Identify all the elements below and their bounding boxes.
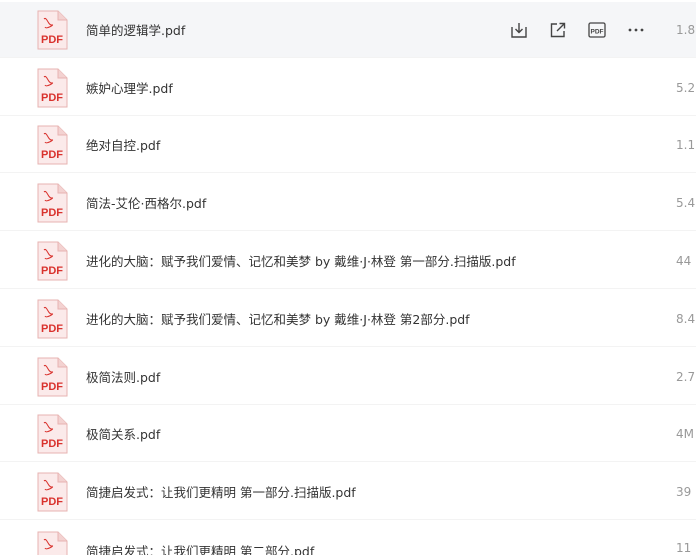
pdf-file-icon: PDF xyxy=(37,357,68,396)
svg-text:PDF: PDF xyxy=(591,28,604,35)
pdf-file-icon: PDF xyxy=(37,68,68,107)
file-row[interactable]: PDF 极简关系.pdf 4M xyxy=(0,406,696,462)
file-name[interactable]: 简捷启发式：让我们更精明 第二部分.pdf xyxy=(86,541,314,555)
pdf-file-icon: PDF xyxy=(37,531,68,555)
svg-text:PDF: PDF xyxy=(41,92,63,104)
file-row[interactable]: PDF 简捷启发式：让我们更精明 第二部分.pdf 11 xyxy=(0,521,696,555)
pdf-file-icon: PDF xyxy=(37,10,68,49)
download-icon[interactable] xyxy=(508,19,530,41)
svg-text:PDF: PDF xyxy=(41,323,63,335)
svg-text:PDF: PDF xyxy=(41,149,63,161)
pdf-convert-icon[interactable]: PDF xyxy=(586,19,608,41)
file-row[interactable]: PDF 简捷启发式：让我们更精明 第一部分.扫描版.pdf 39 xyxy=(0,464,696,520)
pdf-icon-label: PDF xyxy=(41,34,63,46)
file-size: 1.1 xyxy=(676,137,696,152)
pdf-file-icon: PDF xyxy=(37,183,68,222)
file-name[interactable]: 极简法则.pdf xyxy=(86,367,160,386)
file-name[interactable]: 进化的大脑：赋予我们爱情、记忆和美梦 by 戴维·J·林登 第2部分.pdf xyxy=(86,309,470,328)
file-size: 5.2 xyxy=(676,80,696,95)
pdf-file-icon: PDF xyxy=(37,299,68,338)
file-row[interactable]: PDF 进化的大脑：赋予我们爱情、记忆和美梦 by 戴维·J·林登 第2部分.p… xyxy=(0,291,696,347)
file-size: 2.7 xyxy=(676,369,696,384)
file-size: 39 xyxy=(676,484,692,499)
file-row[interactable]: PDF 极简法则.pdf 2.7 xyxy=(0,349,696,405)
svg-text:PDF: PDF xyxy=(41,496,63,508)
file-name[interactable]: 极简关系.pdf xyxy=(86,424,160,443)
more-icon[interactable] xyxy=(625,19,647,41)
share-icon[interactable] xyxy=(547,19,569,41)
file-row[interactable]: PDF 简单的逻辑学.pdf PDF 1.8 xyxy=(0,2,696,58)
pdf-file-icon: PDF xyxy=(37,241,68,280)
file-name[interactable]: 简单的逻辑学.pdf xyxy=(86,20,185,39)
file-row[interactable]: PDF 进化的大脑：赋予我们爱情、记忆和美梦 by 戴维·J·林登 第一部分.扫… xyxy=(0,233,696,289)
file-name[interactable]: 进化的大脑：赋予我们爱情、记忆和美梦 by 戴维·J·林登 第一部分.扫描版.p… xyxy=(86,251,516,270)
pdf-file-icon: PDF xyxy=(37,414,68,453)
svg-text:PDF: PDF xyxy=(41,265,63,277)
file-name[interactable]: 绝对自控.pdf xyxy=(86,135,160,154)
file-name[interactable]: 简捷启发式：让我们更精明 第一部分.扫描版.pdf xyxy=(86,482,356,501)
pdf-file-icon: PDF xyxy=(37,472,68,511)
svg-text:PDF: PDF xyxy=(41,438,63,450)
file-size: 5.4 xyxy=(676,195,696,210)
file-size: 44 xyxy=(676,253,692,268)
file-name[interactable]: 简法-艾伦·西格尔.pdf xyxy=(86,193,206,212)
file-row[interactable]: PDF 简法-艾伦·西格尔.pdf 5.4 xyxy=(0,175,696,231)
file-size: 4M xyxy=(676,426,694,441)
pdf-file-icon: PDF xyxy=(37,125,68,164)
file-row[interactable]: PDF 绝对自控.pdf 1.1 xyxy=(0,117,696,173)
file-name[interactable]: 嫉妒心理学.pdf xyxy=(86,78,173,97)
file-size: 11 xyxy=(676,541,692,555)
row-actions: PDF xyxy=(508,2,664,58)
file-size: 8.4 xyxy=(676,311,696,326)
file-size: 1.8 xyxy=(676,22,696,37)
svg-text:PDF: PDF xyxy=(41,207,63,219)
svg-text:PDF: PDF xyxy=(41,381,63,393)
file-row[interactable]: PDF 嫉妒心理学.pdf 5.2 xyxy=(0,60,696,116)
file-list: PDF 简单的逻辑学.pdf PDF 1.8 PDF 嫉妒心理学.pdf 5.2… xyxy=(0,0,696,555)
